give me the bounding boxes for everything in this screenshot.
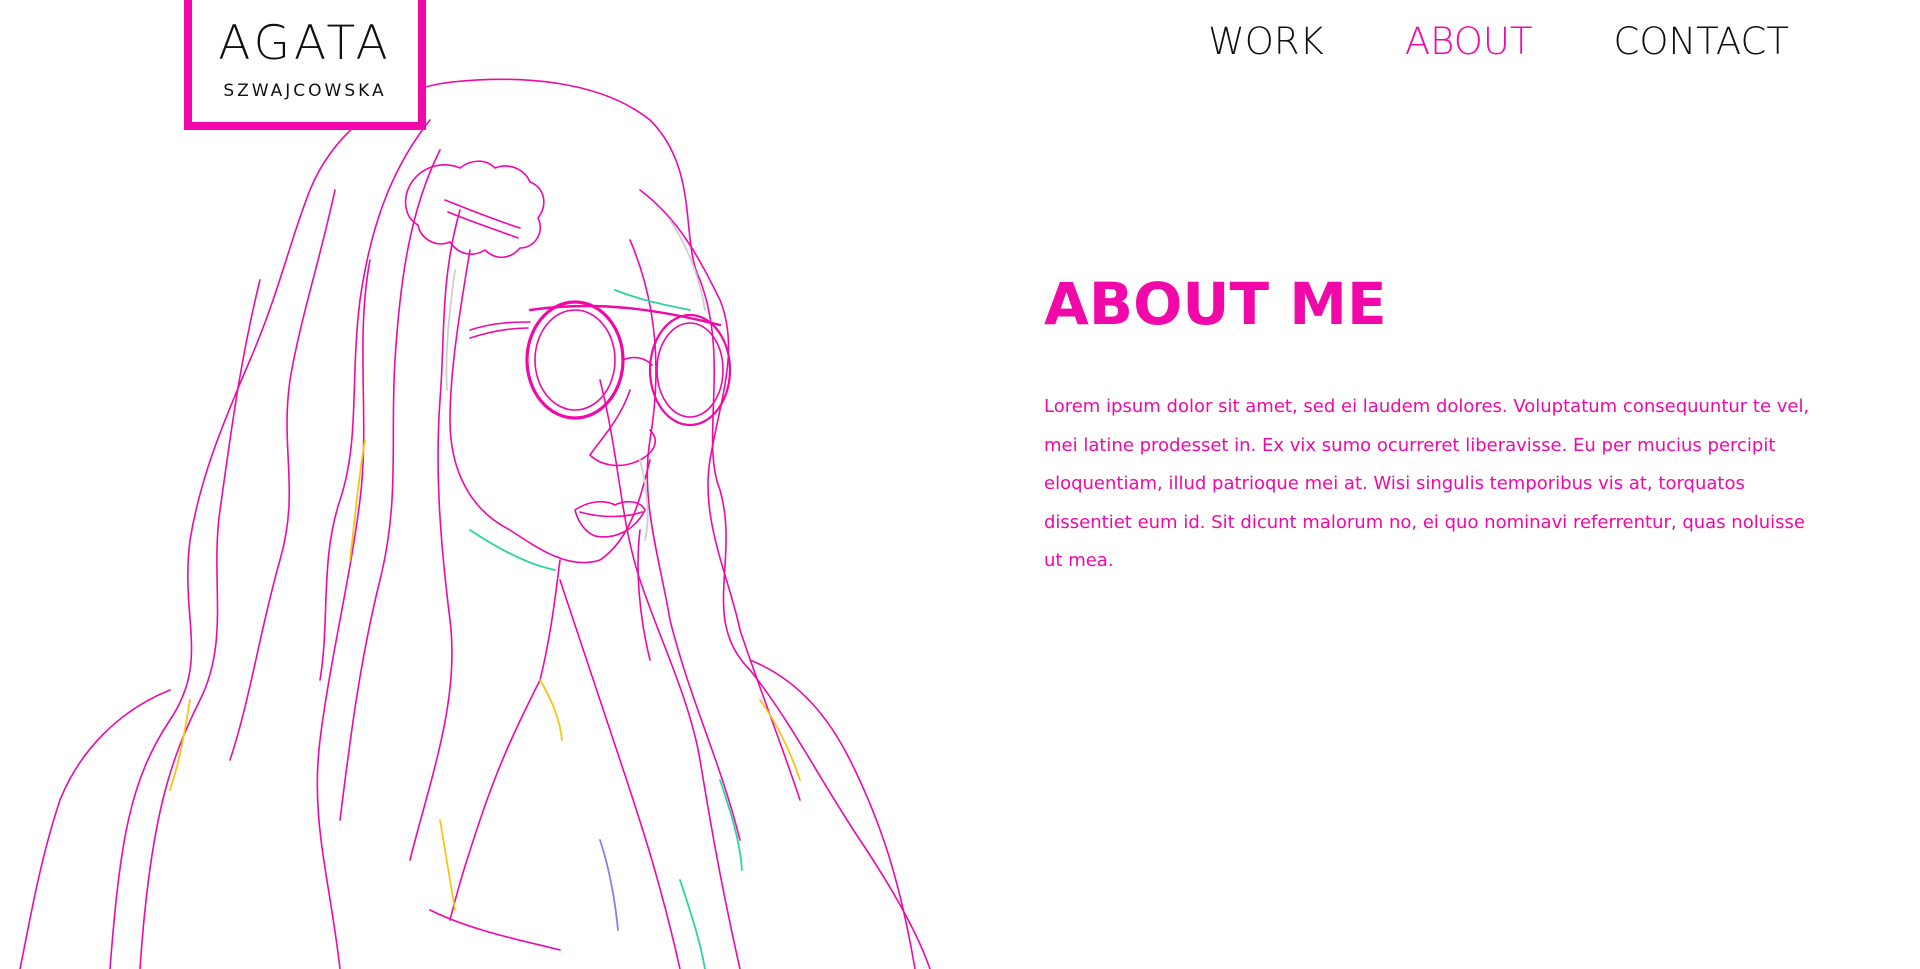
- logo[interactable]: AGATA SZWAJCOWSKA: [184, 0, 426, 130]
- about-body-text: Lorem ipsum dolor sit amet, sed ei laude…: [1044, 396, 1810, 571]
- about-section: ABOUT ME Lorem ipsum dolor sit amet, sed…: [1044, 270, 1819, 581]
- nav-contact-link[interactable]: CONTACT: [1614, 18, 1789, 66]
- woman-with-sunglasses-illustration: [19, 78, 931, 969]
- nav-work-link[interactable]: WORK: [1208, 18, 1324, 66]
- page: AGATA SZWAJCOWSKA WORK ABOUT CONTACT ABO…: [0, 0, 1920, 969]
- main-nav: WORK ABOUT CONTACT: [1127, 18, 1789, 66]
- nav-about-link[interactable]: ABOUT: [1405, 18, 1533, 66]
- logo-name: AGATA: [218, 16, 392, 71]
- logo-surname: SZWAJCOWSKA: [223, 81, 387, 101]
- about-title: ABOUT ME: [1044, 270, 1387, 338]
